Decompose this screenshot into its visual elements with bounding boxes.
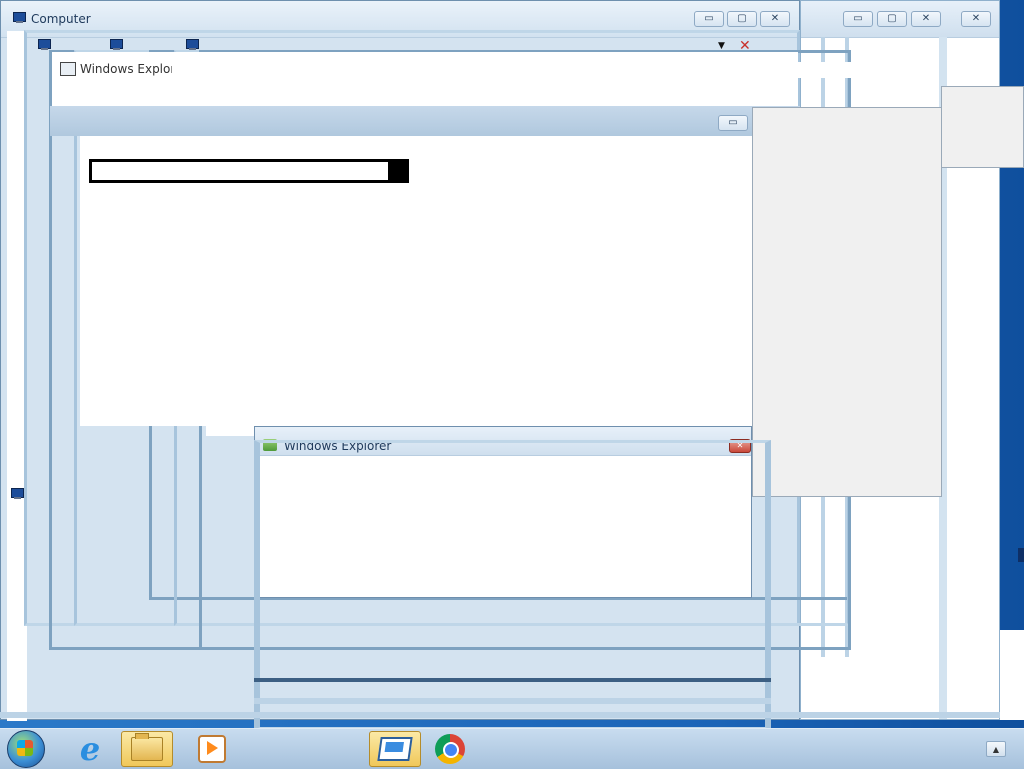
chevron-up-icon: ▲ <box>992 744 1000 754</box>
popup-panel-small <box>941 86 1024 168</box>
close-button[interactable]: ✕ <box>911 11 941 27</box>
close-button[interactable]: ✕ <box>961 11 991 27</box>
window-titlebar[interactable]: ▭ ▢ ✕ ✕ <box>801 1 999 38</box>
taskbar-remote-desktop[interactable] <box>369 731 421 767</box>
desktop-edge <box>1000 630 1024 720</box>
minimize-button[interactable]: ▭ <box>718 115 748 131</box>
start-button[interactable] <box>4 730 48 768</box>
media-icon <box>198 735 226 763</box>
taskbar-media-player[interactable] <box>186 731 238 767</box>
minimize-button[interactable]: ▭ <box>694 11 724 27</box>
maximize-button[interactable]: ▢ <box>877 11 907 27</box>
maximize-button[interactable]: ▢ <box>727 11 757 27</box>
folder-icon <box>131 733 163 761</box>
window-border <box>254 678 771 682</box>
rdp-icon <box>377 737 413 761</box>
window-title: Computer <box>31 12 91 26</box>
close-button[interactable]: ✕ <box>760 11 790 27</box>
taskbar-internet-explorer[interactable]: e <box>64 730 116 768</box>
computer-icon <box>12 12 26 24</box>
window-border <box>254 698 771 704</box>
taskbar: e ▲ <box>0 728 1024 769</box>
popup-panel <box>752 107 942 497</box>
explorer-window-back: Windows Explorer <box>52 52 890 106</box>
window-titlebar[interactable]: ▭ <box>50 106 800 136</box>
input-cursor-block <box>388 162 406 180</box>
ie-icon: e <box>79 730 101 768</box>
desktop-edge <box>1018 548 1024 562</box>
window-frame <box>254 440 771 728</box>
windows-orb-icon <box>7 730 45 768</box>
minimize-button[interactable]: ▭ <box>843 11 873 27</box>
taskbar-windows-explorer[interactable] <box>121 731 173 767</box>
show-hidden-icons-button[interactable]: ▲ <box>986 741 1006 757</box>
window-title: Windows Explorer <box>80 62 172 76</box>
explorer-icon <box>60 62 76 76</box>
desktop: ▭ ▢ ✕ ✕ Computer ▭ ▢ ✕ ▼ ✕ Windows Explo… <box>0 0 1024 728</box>
rename-input[interactable] <box>89 159 409 183</box>
window-border <box>0 712 1000 718</box>
computer-icon <box>10 488 24 500</box>
chrome-icon <box>435 734 465 764</box>
window-titlebar <box>200 62 890 78</box>
taskbar-chrome[interactable] <box>424 731 476 767</box>
